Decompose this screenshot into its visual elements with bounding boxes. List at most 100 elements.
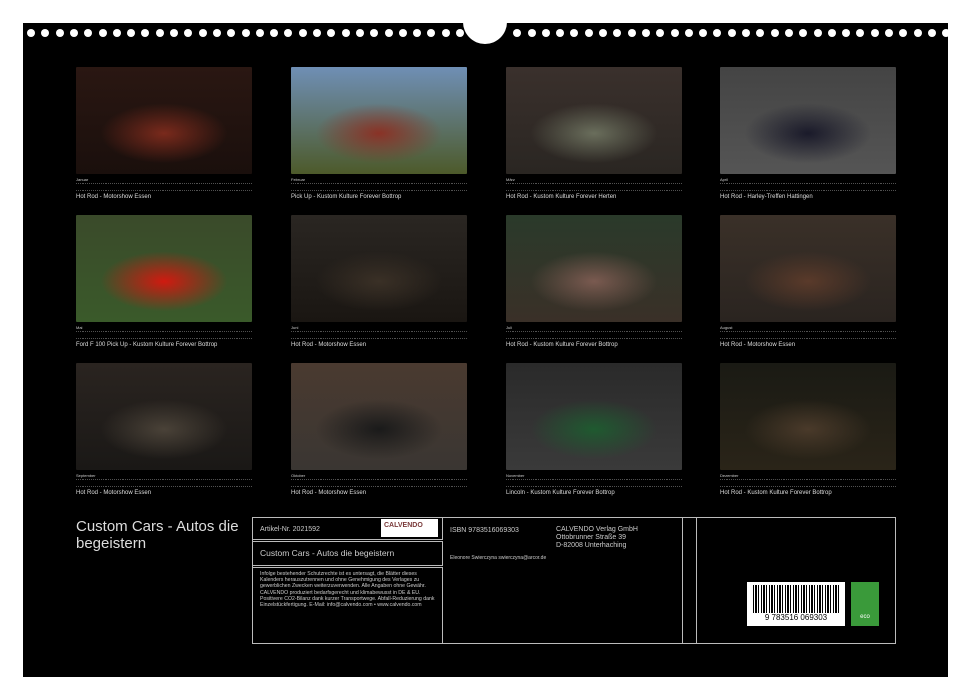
day-cell xyxy=(371,331,376,339)
day-cell xyxy=(173,183,178,191)
day-cell xyxy=(840,183,845,191)
day-cell xyxy=(857,331,862,339)
day-cell xyxy=(743,183,748,191)
day-cell xyxy=(574,183,579,191)
day-cell xyxy=(405,331,410,339)
binding-hole xyxy=(170,29,178,37)
day-cell xyxy=(224,479,229,487)
day-cell xyxy=(122,479,127,487)
day-cell xyxy=(834,479,839,487)
day-cell xyxy=(540,331,545,339)
day-cell xyxy=(851,479,856,487)
day-cell xyxy=(637,183,642,191)
day-cell xyxy=(405,183,410,191)
car-photo xyxy=(720,67,896,174)
day-cell xyxy=(241,183,246,191)
day-cell xyxy=(190,183,195,191)
day-cell xyxy=(517,479,522,487)
day-cell xyxy=(811,479,816,487)
day-cell xyxy=(660,331,665,339)
day-cell xyxy=(731,183,736,191)
day-cell xyxy=(451,331,456,339)
day-cell xyxy=(167,331,172,339)
eco-badge: eco xyxy=(851,582,879,626)
binding-hole xyxy=(413,29,421,37)
binding-hole xyxy=(70,29,78,37)
day-cell xyxy=(800,331,805,339)
day-cell xyxy=(230,331,235,339)
car-photo xyxy=(291,67,467,174)
month-11: November Lincoln - Kustom Kulture Foreve… xyxy=(506,363,682,496)
day-cell xyxy=(354,331,359,339)
day-cell xyxy=(99,479,104,487)
day-cell xyxy=(219,331,224,339)
day-cell xyxy=(626,183,631,191)
photo-caption: Hot Rod - Kustom Kulture Forever Bottrop xyxy=(720,490,896,496)
day-cell xyxy=(880,331,885,339)
day-cell xyxy=(800,183,805,191)
photo-caption: Lincoln - Kustom Kulture Forever Bottrop xyxy=(506,490,682,496)
day-cell xyxy=(677,479,682,487)
day-cell xyxy=(325,479,330,487)
day-cell xyxy=(845,183,850,191)
day-cell xyxy=(823,183,828,191)
photo-caption: Hot Rod - Motorshow Essen xyxy=(76,194,252,200)
day-cell xyxy=(677,331,682,339)
day-cell xyxy=(116,331,121,339)
day-cell xyxy=(592,479,597,487)
day-cell xyxy=(201,479,206,487)
day-cell xyxy=(754,479,759,487)
day-cell xyxy=(213,331,218,339)
day-cell xyxy=(291,331,296,339)
day-cell xyxy=(416,331,421,339)
month-9: September Hot Rod - Motorshow Essen xyxy=(76,363,252,496)
day-cell xyxy=(597,479,602,487)
day-cell xyxy=(331,479,336,487)
binding-hole xyxy=(914,29,922,37)
binding-hole xyxy=(256,29,264,37)
binding-hole xyxy=(828,29,836,37)
day-cell xyxy=(105,331,110,339)
day-cell xyxy=(726,331,731,339)
binding-hole xyxy=(713,29,721,37)
day-cell xyxy=(201,183,206,191)
day-cell xyxy=(574,331,579,339)
day-cell xyxy=(116,183,121,191)
binding-hole xyxy=(342,29,350,37)
day-cell xyxy=(643,479,648,487)
day-cell xyxy=(777,183,782,191)
day-cell xyxy=(506,479,511,487)
day-cell xyxy=(93,183,98,191)
day-cell xyxy=(806,183,811,191)
day-cell xyxy=(348,183,353,191)
day-cell xyxy=(162,479,167,487)
day-cell xyxy=(666,331,671,339)
day-cell xyxy=(405,479,410,487)
day-cell xyxy=(422,183,427,191)
day-cell xyxy=(110,183,115,191)
day-cell xyxy=(535,183,540,191)
day-cell xyxy=(834,331,839,339)
day-cell xyxy=(291,183,296,191)
day-cell xyxy=(184,479,189,487)
day-cell xyxy=(783,183,788,191)
month-12: Dezember Hot Rod - Kustom Kulture Foreve… xyxy=(720,363,896,496)
binding-hole xyxy=(671,29,679,37)
day-cell xyxy=(428,331,433,339)
day-cell xyxy=(110,479,115,487)
binding-hole xyxy=(814,29,822,37)
day-cell xyxy=(863,331,868,339)
day-cell xyxy=(620,331,625,339)
binding-hole xyxy=(613,29,621,37)
day-cell xyxy=(133,183,138,191)
day-cell xyxy=(105,183,110,191)
legal-text: Infolge bestehender Schutzrechte ist es … xyxy=(260,571,440,608)
day-cell xyxy=(609,183,614,191)
day-cell xyxy=(614,183,619,191)
day-cell xyxy=(411,331,416,339)
day-cell xyxy=(885,183,890,191)
day-cell xyxy=(535,479,540,487)
day-cell xyxy=(557,183,562,191)
day-cell xyxy=(677,183,682,191)
day-cell xyxy=(529,331,534,339)
